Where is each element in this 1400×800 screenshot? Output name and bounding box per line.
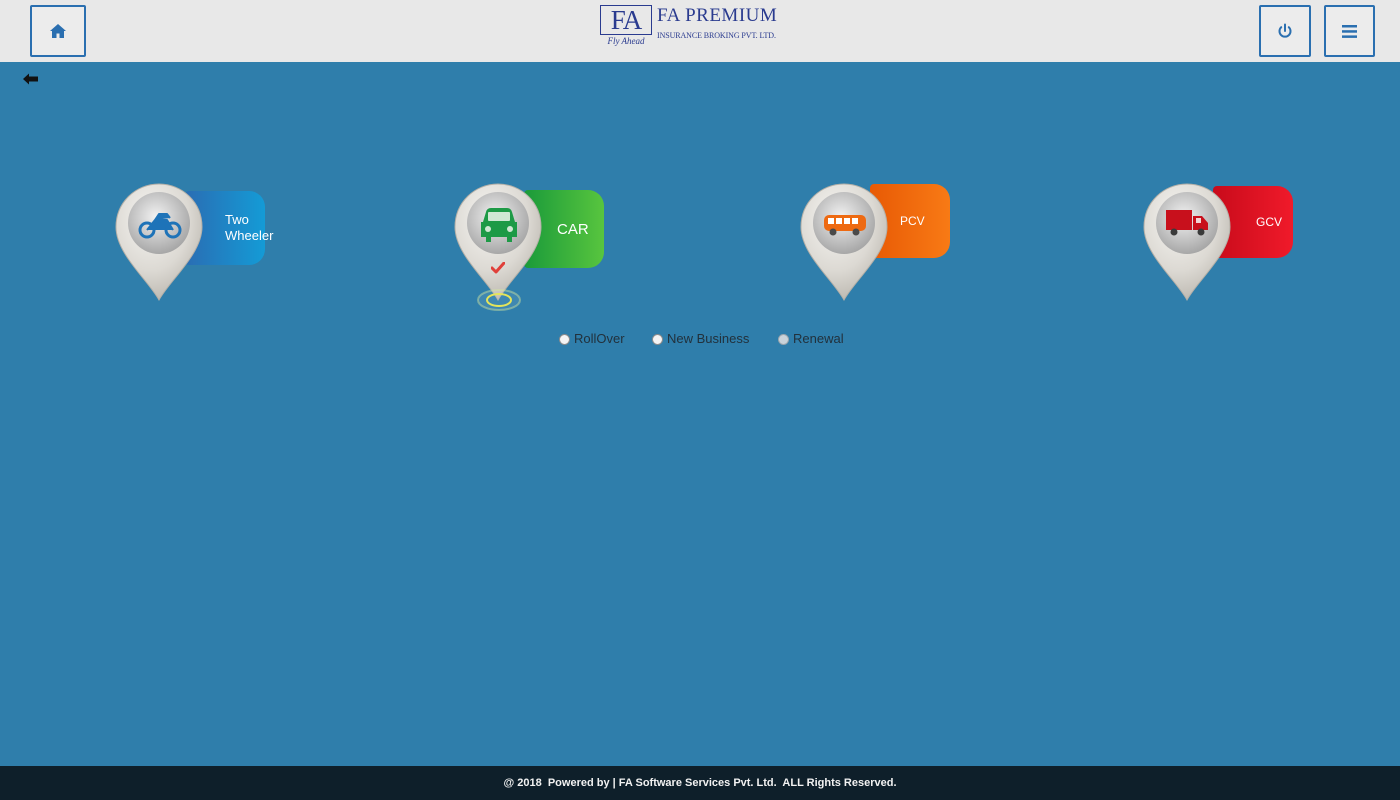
logout-button[interactable] [1259,5,1311,57]
logo-mark: FA [600,5,652,35]
radio-renewal[interactable]: Renewal [778,330,844,348]
home-button[interactable] [30,5,86,57]
map-pin-icon [115,183,203,302]
motorcycle-icon [138,213,182,239]
power-icon [1278,23,1292,38]
home-icon [50,24,66,38]
vehicle-gcv[interactable]: GCV [1143,182,1303,312]
truck-icon [1166,210,1208,236]
vehicle-label-line1: Two [225,212,249,227]
vehicle-label-line2: Wheeler [225,228,274,243]
radio-label: Renewal [793,331,844,346]
hamburger-menu-icon [1342,24,1357,38]
back-button[interactable] [22,71,40,87]
radio-label: New Business [667,331,750,346]
menu-button[interactable] [1324,5,1375,57]
radio-button[interactable] [559,333,570,345]
arrow-left-icon [23,73,38,85]
logo-company-subtitle: INSURANCE BROKING PVT. LTD. [657,31,776,40]
car-icon [481,208,517,242]
company-logo: FA Fly Ahead FA PREMIUM INSURANCE BROKIN… [600,5,810,49]
radio-button[interactable] [652,333,663,345]
selected-indicator-ring [477,289,521,311]
vehicle-pcv[interactable]: PCV [800,182,960,312]
map-pin-icon [1143,183,1231,302]
vehicle-two-wheeler[interactable]: Two Wheeler [115,182,275,312]
vehicle-car[interactable]: CAR [454,182,614,312]
top-header: FA Fly Ahead FA PREMIUM INSURANCE BROKIN… [0,0,1400,62]
selected-check-icon [491,262,505,274]
logo-company-name: FA PREMIUM [657,5,778,26]
radio-rollover[interactable]: RollOver [559,330,625,348]
page-footer: @ 2018 Powered by | FA Software Services… [0,766,1400,800]
map-pin-icon [800,183,888,302]
radio-label: RollOver [574,331,625,346]
radio-button[interactable] [778,333,789,345]
radio-new-business[interactable]: New Business [652,330,749,348]
logo-tagline: Fly Ahead [607,36,645,46]
bus-icon [824,215,866,236]
